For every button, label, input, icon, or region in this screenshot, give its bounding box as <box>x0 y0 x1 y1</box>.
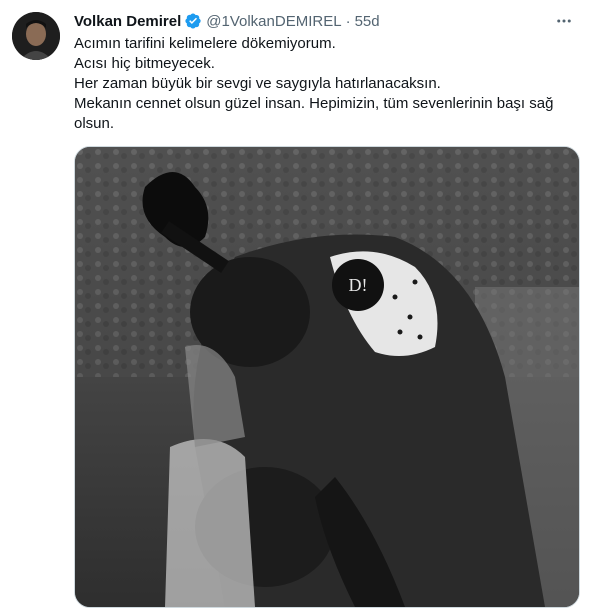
verified-badge-icon <box>184 12 202 30</box>
tweet-line: Mekanın cennet olsun güzel insan. Hepimi… <box>74 95 558 132</box>
more-horizontal-icon[interactable] <box>551 10 577 32</box>
tweet-photo[interactable]: D! <box>74 146 580 608</box>
tweet-line: Acısı hiç bitmeyecek. <box>74 55 215 72</box>
tweet-header: Volkan Demirel @1VolkanDEMIREL · 55d <box>74 10 380 32</box>
header-separator: · <box>345 12 351 30</box>
jersey-badge-text: D! <box>349 275 368 295</box>
tweet-line: Acımın tarifini kelimelere dökemiyorum. <box>74 35 336 52</box>
author-name[interactable]: Volkan Demirel <box>74 13 181 30</box>
author-handle[interactable]: @1VolkanDEMIREL <box>206 13 341 30</box>
tweet-timestamp[interactable]: 55d <box>355 13 380 30</box>
author-avatar[interactable] <box>12 12 60 60</box>
tweet-line: Her zaman büyük bir sevgi ve saygıyla ha… <box>74 75 441 92</box>
tweet-text: Acımın tarifini kelimelere dökemiyorum. … <box>74 34 574 134</box>
